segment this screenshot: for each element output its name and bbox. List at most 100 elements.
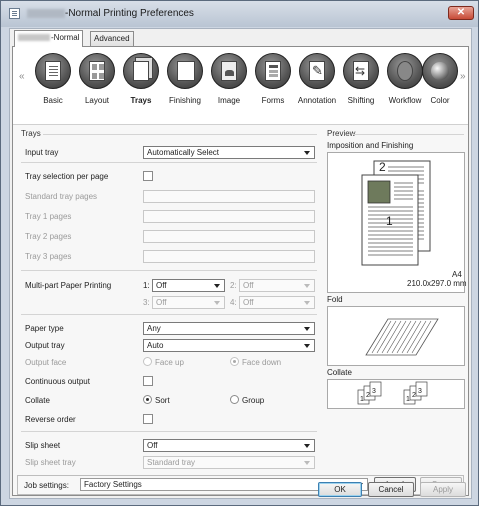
tab-advanced[interactable]: Advanced (90, 31, 134, 47)
trays-group-title: Trays (21, 129, 41, 138)
chevron-down-icon (304, 151, 310, 155)
apply-button[interactable]: Apply (420, 482, 466, 497)
tray1-pages-label: Tray 1 pages (25, 212, 72, 221)
slip-sheet-tray-value: Standard tray (147, 458, 196, 467)
output-tray-label: Output tray (25, 341, 65, 350)
fold-drawing (365, 318, 439, 356)
back-page-number: 2 (379, 160, 386, 174)
multipart-1-label: 1: (143, 281, 150, 290)
dialog-client: -Normal Advanced « » Basic Layout Trays … (9, 28, 472, 499)
collate-label: Collate (25, 396, 50, 405)
collate-set2-page2: 2 (412, 392, 416, 399)
photo-thumbnail (367, 180, 391, 204)
close-button[interactable]: ✕ (448, 6, 474, 20)
tab-normal[interactable]: -Normal (14, 30, 84, 47)
face-up-label: Face up (155, 358, 184, 367)
paper-type-value: Any (147, 324, 161, 333)
chevron-down-icon (304, 327, 310, 331)
tray-selection-per-page-checkbox[interactable] (143, 171, 153, 181)
tray1-pages-input[interactable] (143, 210, 315, 223)
forms-icon (255, 53, 291, 89)
face-down-label: Face down (242, 358, 282, 367)
paper-type-label: Paper type (25, 324, 64, 333)
face-down-radio[interactable] (230, 357, 239, 366)
category-trays[interactable]: Trays (120, 53, 162, 123)
category-ribbon: « » Basic Layout Trays Finishing Image F… (13, 47, 468, 125)
image-icon (211, 53, 247, 89)
tray3-pages-input[interactable] (143, 250, 315, 263)
redacted-printer-name (27, 9, 65, 18)
trays-group-divider (43, 134, 317, 135)
category-annotation[interactable]: Annotation (296, 53, 338, 123)
document-icon (35, 53, 71, 89)
category-finishing[interactable]: Finishing (164, 53, 206, 123)
category-finishing-label: Finishing (168, 96, 201, 105)
printer-icon (9, 8, 20, 19)
output-tray-select[interactable]: Auto (143, 339, 315, 352)
collate-preview: 1 2 3 1 2 3 (327, 379, 465, 409)
standard-tray-pages-label: Standard tray pages (25, 192, 98, 201)
multipart-3-value: Off (156, 298, 167, 307)
chevron-down-icon (304, 301, 310, 305)
collate-preview-title: Collate (327, 368, 352, 377)
preview-divider (353, 134, 464, 135)
chevron-down-icon (214, 301, 220, 305)
tab-normal-label: -Normal (51, 33, 80, 42)
chevron-down-icon (304, 444, 310, 448)
category-shifting[interactable]: Shifting (340, 53, 382, 123)
category-basic[interactable]: Basic (32, 53, 74, 123)
annotation-icon (299, 53, 335, 89)
standard-tray-pages-input[interactable] (143, 190, 315, 203)
slip-sheet-value: Off (147, 441, 158, 450)
tab-panel: « » Basic Layout Trays Finishing Image F… (12, 46, 469, 496)
multipart-4-select[interactable]: Off (239, 296, 315, 309)
output-face-label: Output face (25, 358, 67, 367)
category-image-label: Image (217, 96, 241, 105)
face-up-radio[interactable] (143, 357, 152, 366)
finishing-icon (167, 53, 203, 89)
multipart-4-value: Off (243, 298, 254, 307)
multipart-3-select[interactable]: Off (152, 296, 225, 309)
multipart-2-select[interactable]: Off (239, 279, 315, 292)
input-tray-select[interactable]: Automatically Select (143, 146, 315, 159)
front-page-number: 1 (386, 214, 393, 228)
slip-sheet-select[interactable]: Off (143, 439, 315, 452)
job-settings-value: Factory Settings (84, 480, 142, 489)
collate-sort-radio[interactable] (143, 395, 152, 404)
paper-dimensions-label: 210.0x297.0 mm (407, 279, 467, 288)
category-basic-label: Basic (43, 96, 63, 105)
multipart-3-label: 3: (143, 298, 150, 307)
multipart-1-select[interactable]: Off (152, 279, 225, 292)
collate-sort-label: Sort (155, 396, 170, 405)
reverse-order-label: Reverse order (25, 415, 76, 424)
category-shifting-label: Shifting (347, 96, 375, 105)
multipart-1-value: Off (156, 281, 167, 290)
paper-type-select[interactable]: Any (143, 322, 315, 335)
reverse-order-checkbox[interactable] (143, 414, 153, 424)
multipart-2-value: Off (243, 281, 254, 290)
paper-size-label: A4 (452, 270, 462, 279)
imposition-preview-drawing: 2 1 (361, 160, 431, 266)
workflow-icon (387, 53, 423, 89)
collate-set1-page3: 3 (372, 388, 376, 395)
cancel-button[interactable]: Cancel (368, 482, 414, 497)
collate-group-label: Group (242, 396, 265, 405)
category-layout[interactable]: Layout (76, 53, 118, 123)
slip-sheet-tray-select[interactable]: Standard tray (143, 456, 315, 469)
collate-group-radio[interactable] (230, 395, 239, 404)
ok-button[interactable]: OK (318, 482, 362, 497)
fold-sheet (365, 318, 439, 356)
fold-preview (327, 306, 465, 366)
redacted-tab-prefix (18, 34, 50, 42)
collate-drawing: 1 2 3 1 2 3 (357, 381, 428, 405)
continuous-output-checkbox[interactable] (143, 376, 153, 386)
category-color[interactable]: Color (419, 53, 461, 123)
job-settings-label: Job settings: (24, 481, 69, 490)
divider (21, 431, 317, 432)
category-forms[interactable]: Forms (252, 53, 294, 123)
input-tray-label: Input tray (25, 148, 59, 157)
category-image[interactable]: Image (208, 53, 250, 123)
multipart-4-label: 4: (230, 298, 237, 307)
ribbon-left-arrow[interactable]: « (19, 71, 25, 82)
tray2-pages-input[interactable] (143, 230, 315, 243)
